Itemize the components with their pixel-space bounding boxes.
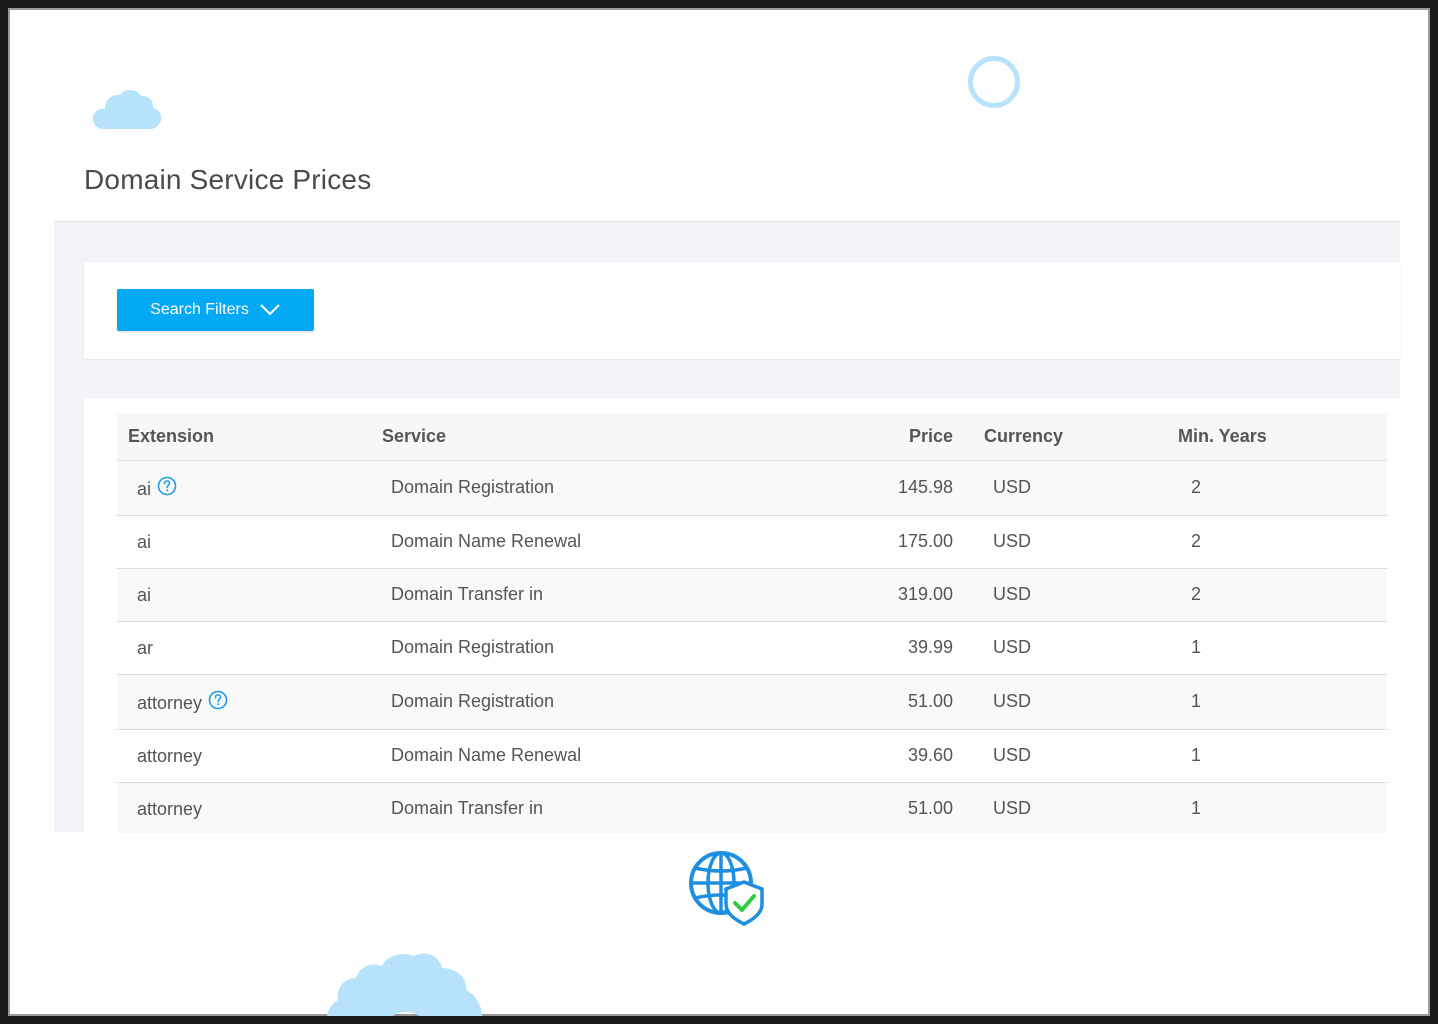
extension-text: ai	[137, 584, 152, 605]
ring-icon	[968, 56, 1020, 108]
cell-extension: attorney	[117, 782, 371, 833]
chevron-down-icon	[260, 304, 280, 316]
table-header-row: Extension Service Price Currency Min. Ye…	[117, 413, 1387, 461]
cell-min-years: 1	[1151, 729, 1387, 783]
cell-service: Domain Registration	[371, 621, 791, 675]
cell-price: 145.98	[791, 460, 954, 516]
cell-min-years: 1	[1151, 674, 1387, 730]
cell-extension: attorney	[117, 674, 371, 730]
table-row: ar Domain Registration 39.99 USD 1	[117, 621, 1387, 675]
cell-min-years: 2	[1151, 515, 1387, 569]
column-header-price[interactable]: Price	[791, 413, 954, 461]
cell-price: 39.60	[791, 729, 954, 783]
table-row: ai Domain Name Renewal 175.00 USD 2	[117, 515, 1387, 569]
cell-extension: ai	[117, 515, 371, 569]
cell-service: Domain Name Renewal	[371, 729, 791, 783]
question-circle-icon[interactable]	[208, 690, 228, 710]
cell-extension: attorney	[117, 729, 371, 783]
table-row: attorney Domain Transfer in 51.00 USD 1	[117, 782, 1387, 833]
cell-service: Domain Transfer in	[371, 568, 791, 622]
prices-table-card: Extension Service Price Currency Min. Ye…	[84, 398, 1400, 833]
cell-extension: ai	[117, 460, 371, 516]
cell-price: 39.99	[791, 621, 954, 675]
cell-currency: USD	[954, 674, 1151, 730]
column-header-currency[interactable]: Currency	[954, 413, 1151, 461]
cell-currency: USD	[954, 460, 1151, 516]
cell-currency: USD	[954, 515, 1151, 569]
search-filters-label: Search Filters	[150, 301, 249, 318]
extension-text: ai	[137, 531, 152, 552]
column-header-min-years[interactable]: Min. Years	[1151, 413, 1387, 461]
filter-panel: Search Filters	[84, 262, 1400, 359]
cloud-icon	[92, 89, 162, 129]
globe-shield-icon	[689, 851, 764, 926]
extension-text: attorney	[137, 798, 203, 819]
cell-service: Domain Transfer in	[371, 782, 791, 833]
cell-min-years: 2	[1151, 568, 1387, 622]
cell-price: 319.00	[791, 568, 954, 622]
screenshot-frame: Domain Service Prices Search Filters Ext…	[0, 0, 1438, 1024]
cell-currency: USD	[954, 782, 1151, 833]
column-header-service[interactable]: Service	[371, 413, 791, 461]
extension-text: ai	[137, 478, 152, 499]
cell-price: 51.00	[791, 674, 954, 730]
column-header-extension[interactable]: Extension	[117, 413, 371, 461]
cell-currency: USD	[954, 568, 1151, 622]
table-row: ai Domain Transfer in 319.00 USD 2	[117, 568, 1387, 622]
page-title: Domain Service Prices	[84, 164, 372, 195]
cell-service: Domain Registration	[371, 674, 791, 730]
cell-service: Domain Registration	[371, 460, 791, 516]
table-row: attorney Domain Name Renewal 39.60 USD 1	[117, 729, 1387, 783]
table-row: attorney Domain Registration 51.00 USD 1	[117, 674, 1387, 730]
cell-min-years: 1	[1151, 782, 1387, 833]
gear-icon	[327, 953, 483, 1016]
prices-table: Extension Service Price Currency Min. Ye…	[117, 413, 1387, 833]
cell-min-years: 1	[1151, 621, 1387, 675]
search-filters-button[interactable]: Search Filters	[117, 289, 314, 331]
cell-currency: USD	[954, 621, 1151, 675]
cell-currency: USD	[954, 729, 1151, 783]
extension-text: ar	[137, 637, 154, 658]
cell-price: 175.00	[791, 515, 954, 569]
cell-price: 51.00	[791, 782, 954, 833]
extension-text: attorney	[137, 692, 203, 713]
cell-service: Domain Name Renewal	[371, 515, 791, 569]
extension-text: attorney	[137, 745, 203, 766]
cell-extension: ai	[117, 568, 371, 622]
content-area: Search Filters Extension Service Price C…	[54, 221, 1400, 833]
question-circle-icon[interactable]	[157, 476, 177, 496]
table-row: ai Domain Registration 145.98 USD 2	[117, 460, 1387, 516]
cell-extension: ar	[117, 621, 371, 675]
cell-min-years: 2	[1151, 460, 1387, 516]
